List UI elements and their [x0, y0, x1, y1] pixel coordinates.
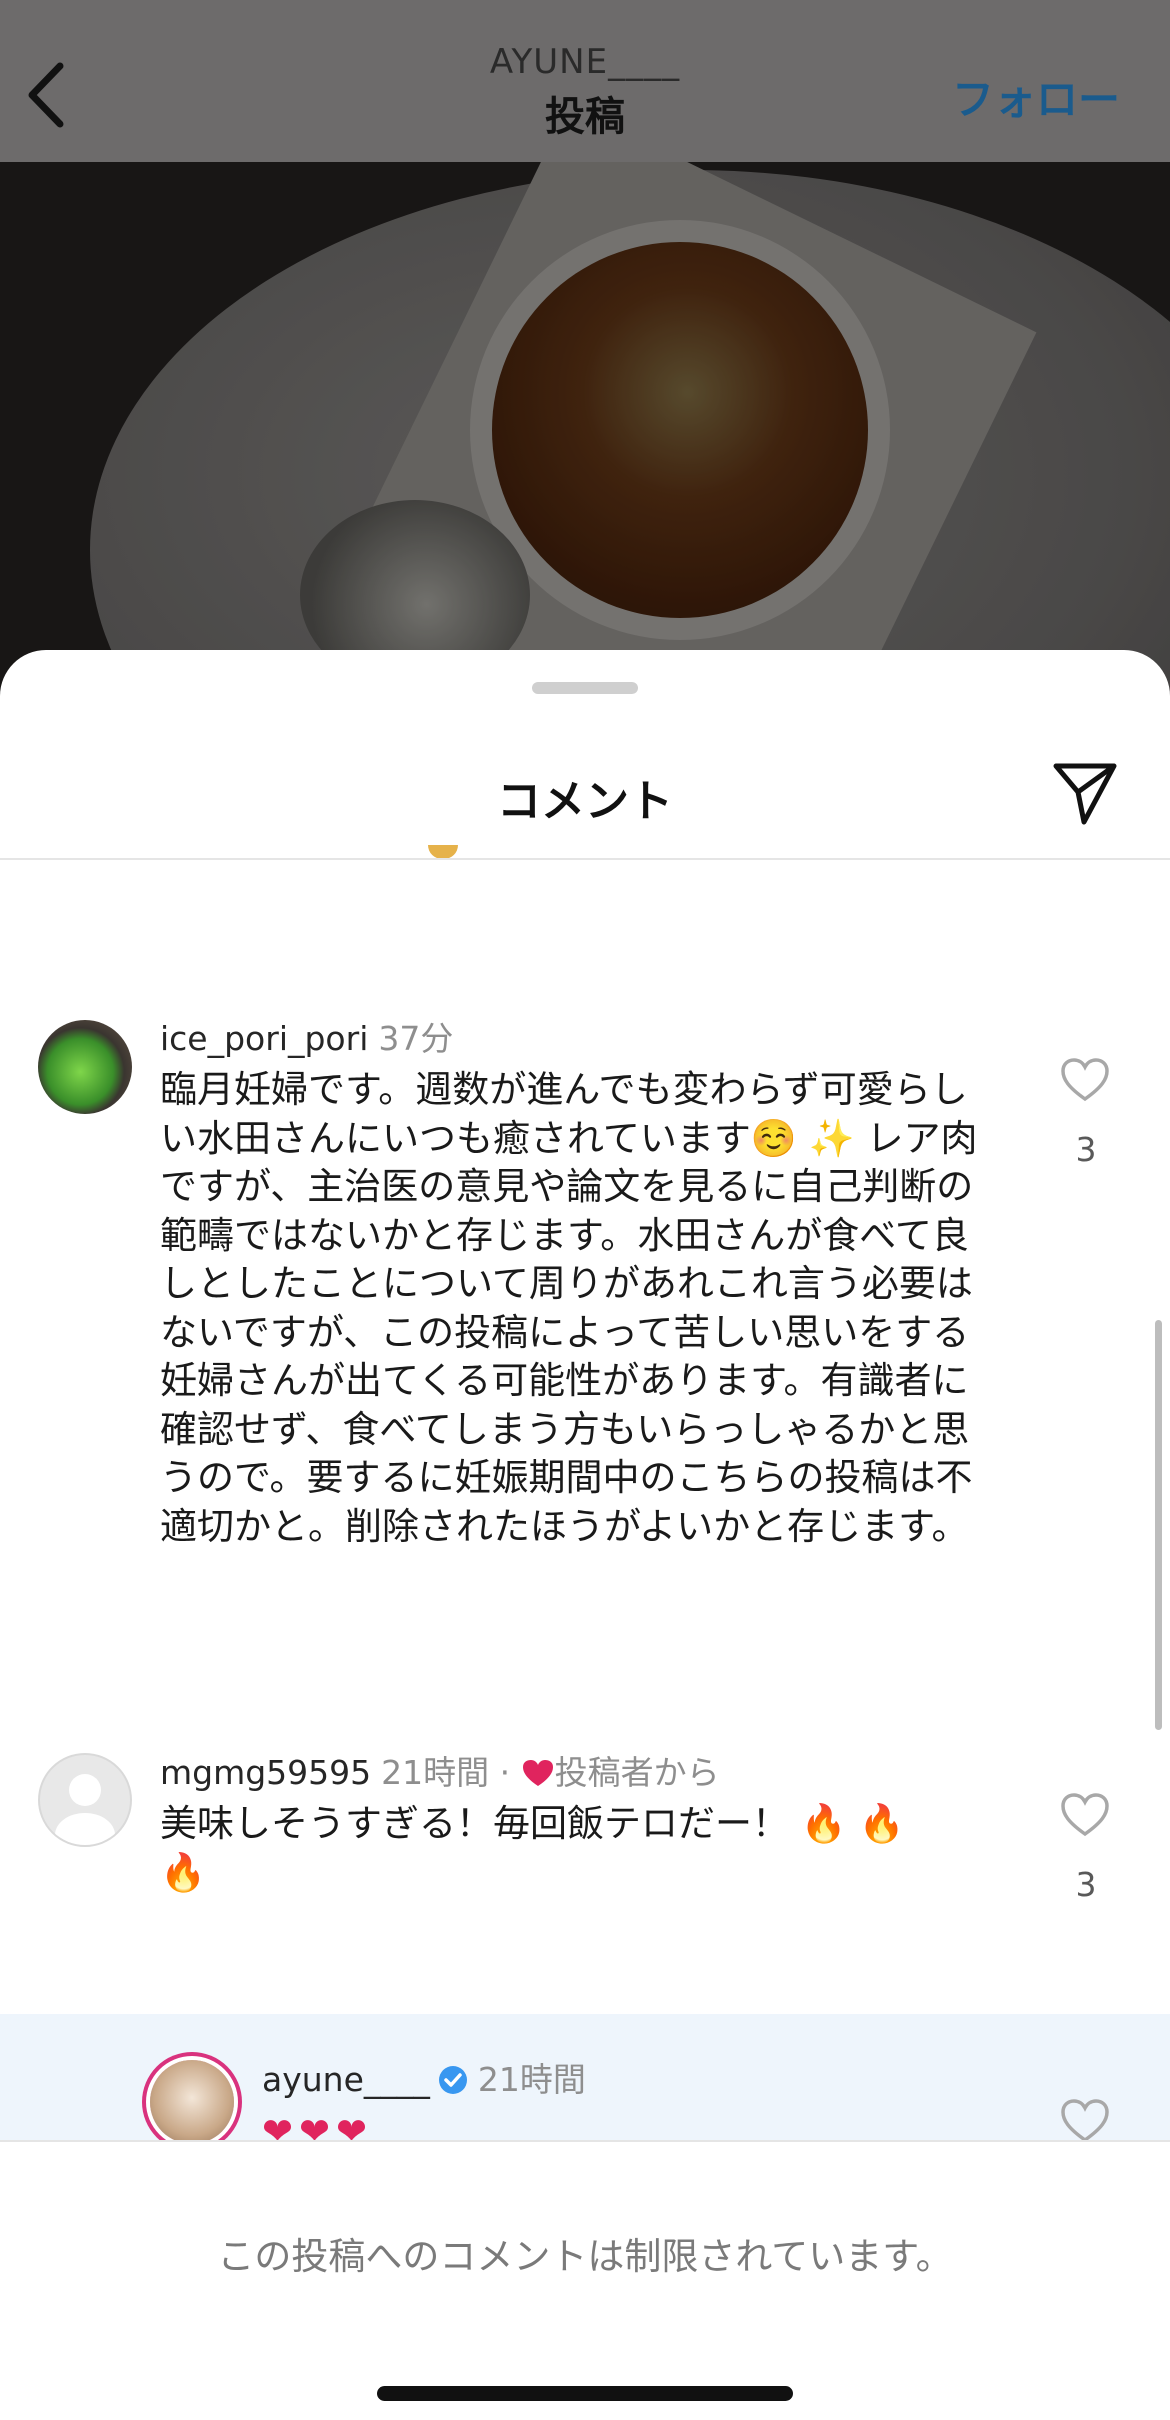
sheet-drag-handle[interactable]	[532, 682, 638, 694]
comment-time: 21時間	[381, 1753, 490, 1792]
comments-sheet: コメント ice_pori_pori 37分 臨月妊婦です。週数が進んでも変わらず…	[0, 650, 1170, 2420]
default-avatar-icon	[55, 1774, 115, 1845]
heart-outline-icon[interactable]	[1060, 2098, 1110, 2144]
paper-plane-icon[interactable]	[1050, 760, 1120, 826]
comments-restricted-text: この投稿へのコメントは制限されています。	[217, 2235, 953, 2278]
comments-title: コメント	[497, 776, 673, 827]
like-count: 3	[1075, 1130, 1097, 1169]
comment-username[interactable]: mgmg59595	[160, 1753, 371, 1792]
comment-time: 21時間	[477, 2060, 586, 2099]
avatar[interactable]	[38, 1020, 132, 1114]
emoji-peek	[428, 845, 458, 859]
heart-filled-icon	[522, 1760, 553, 1786]
like-count: 3	[1075, 1865, 1097, 1904]
comment-restricted-footer: この投稿へのコメントは制限されています。	[0, 2140, 1170, 2420]
follow-button[interactable]: フォロー	[952, 66, 1120, 127]
comment-username[interactable]: ice_pori_pori	[160, 1019, 368, 1058]
creator-liked-badge: 投稿者から	[554, 1753, 720, 1792]
comment-username[interactable]: ayune____	[262, 2060, 430, 2099]
home-indicator[interactable]	[377, 2386, 793, 2401]
comment-text: 美味しそうすぎる！毎回飯テロだー！ 🔥 🔥 🔥	[160, 1802, 905, 1894]
comment-text: 臨月妊婦です。週数が進んでも変わらず可愛らしい水田さんにいつも癒されています☺️…	[160, 1068, 978, 1548]
verified-badge-icon	[438, 2066, 467, 2094]
heart-outline-icon[interactable]	[1060, 1057, 1110, 1103]
heart-outline-icon[interactable]	[1060, 1792, 1110, 1838]
avatar[interactable]	[38, 1753, 132, 1847]
scrollbar[interactable]	[1155, 1320, 1162, 1730]
avatar[interactable]	[150, 2060, 234, 2144]
comment-time: 37分	[378, 1019, 454, 1058]
sheet-divider	[0, 858, 1170, 860]
top-navigation-bar: AYUNE____ 投稿 フォロー	[0, 0, 1170, 162]
